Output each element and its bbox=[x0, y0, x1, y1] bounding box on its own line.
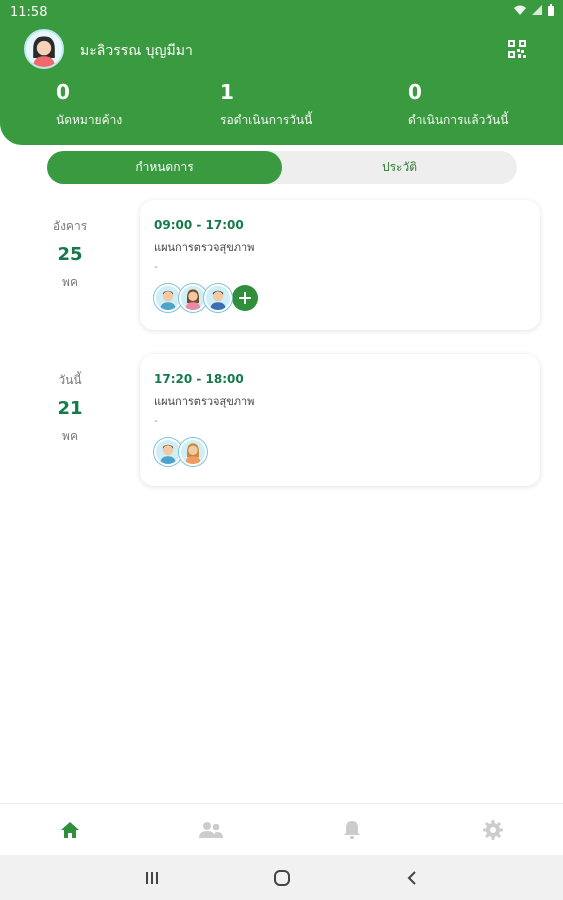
participant-avatar[interactable] bbox=[204, 284, 232, 312]
tab-history[interactable]: ประวัติ bbox=[282, 151, 517, 184]
back-chevron-icon bbox=[407, 870, 416, 885]
person-female-icon bbox=[181, 440, 205, 464]
appointment-time: 17:20 - 18:00 bbox=[154, 372, 244, 386]
participant-avatar[interactable] bbox=[154, 438, 182, 466]
day-of-week: อังคาร bbox=[52, 219, 88, 233]
schedule-date: วันนี้ 21 พค bbox=[40, 371, 100, 446]
battery-icon bbox=[548, 4, 554, 16]
signal-icon bbox=[532, 5, 542, 15]
back-button[interactable] bbox=[392, 863, 432, 893]
add-participant-button[interactable] bbox=[232, 285, 258, 311]
avatar-image bbox=[26, 31, 62, 67]
participant-avatar[interactable] bbox=[154, 284, 182, 312]
person-male-icon bbox=[206, 286, 230, 310]
user-name: มะลิวรรณ บุญมีมา bbox=[80, 43, 193, 59]
status-icons bbox=[513, 4, 555, 16]
stat-label: ดำเนินการแล้ววันนี้ bbox=[408, 113, 509, 127]
participant-list bbox=[154, 284, 258, 312]
appointment-time: 09:00 - 17:00 bbox=[154, 218, 244, 232]
month: พค bbox=[62, 275, 78, 289]
appointment-title: แผนการตรวจสุขภาพ bbox=[154, 241, 255, 254]
bottom-navigation bbox=[0, 803, 563, 855]
home-button[interactable] bbox=[262, 863, 302, 893]
recent-apps-button[interactable] bbox=[132, 863, 172, 893]
header: 11:58 มะลิวรรณ บุญมีมา 0 นัดหมายค้าง 1 ร… bbox=[0, 0, 563, 145]
stat-label: รอดำเนินการวันนี้ bbox=[220, 113, 313, 127]
segmented-tabs: กำหนดการ ประวัติ bbox=[47, 151, 517, 184]
home-circle-icon bbox=[273, 869, 290, 886]
person-female-icon bbox=[181, 286, 205, 310]
stat-label: นัดหมายค้าง bbox=[56, 113, 123, 127]
day-number: 25 bbox=[57, 244, 83, 265]
person-male-icon bbox=[156, 440, 180, 464]
month: พค bbox=[62, 429, 78, 443]
stat-value: 0 bbox=[408, 80, 422, 104]
stat-value: 1 bbox=[220, 80, 234, 104]
bell-icon bbox=[343, 820, 360, 839]
home-icon bbox=[61, 821, 80, 838]
appointment-title: แผนการตรวจสุขภาพ bbox=[154, 395, 255, 408]
nav-people[interactable] bbox=[141, 804, 282, 855]
participant-avatar[interactable] bbox=[179, 284, 207, 312]
nav-home[interactable] bbox=[0, 804, 141, 855]
avatar[interactable] bbox=[24, 29, 64, 69]
recent-apps-icon bbox=[145, 871, 158, 884]
tab-schedule[interactable]: กำหนดการ bbox=[47, 151, 282, 184]
appointment-card[interactable]: 09:00 - 17:00 แผนการตรวจสุขภาพ - bbox=[140, 200, 540, 330]
system-navigation-bar bbox=[0, 855, 563, 900]
schedule-date: อังคาร 25 พค bbox=[40, 217, 100, 292]
stat-waiting-today[interactable]: 1 รอดำเนินการวันนี้ bbox=[220, 80, 312, 130]
status-time: 11:58 bbox=[10, 5, 48, 20]
participant-avatar[interactable] bbox=[179, 438, 207, 466]
wifi-icon bbox=[514, 5, 526, 15]
status-bar: 11:58 bbox=[0, 0, 563, 24]
gear-icon bbox=[482, 819, 503, 840]
appointment-subtitle: - bbox=[154, 260, 158, 273]
qr-code-icon[interactable] bbox=[508, 40, 526, 58]
day-of-week: วันนี้ bbox=[58, 373, 82, 387]
appointment-subtitle: - bbox=[154, 414, 158, 427]
appointment-card[interactable]: 17:20 - 18:00 แผนการตรวจสุขภาพ - bbox=[140, 354, 540, 486]
plus-icon bbox=[239, 292, 251, 304]
people-icon bbox=[199, 821, 224, 838]
nav-notifications[interactable] bbox=[282, 804, 423, 855]
participant-list bbox=[154, 438, 207, 466]
stat-value: 0 bbox=[56, 80, 70, 104]
stat-pending[interactable]: 0 นัดหมายค้าง bbox=[56, 80, 122, 130]
day-number: 21 bbox=[57, 398, 83, 419]
person-male-icon bbox=[156, 286, 180, 310]
stat-done-today[interactable]: 0 ดำเนินการแล้ววันนี้ bbox=[408, 80, 508, 130]
nav-settings[interactable] bbox=[422, 804, 563, 855]
app-screen: 11:58 มะลิวรรณ บุญมีมา 0 นัดหมายค้าง 1 ร… bbox=[0, 0, 563, 900]
